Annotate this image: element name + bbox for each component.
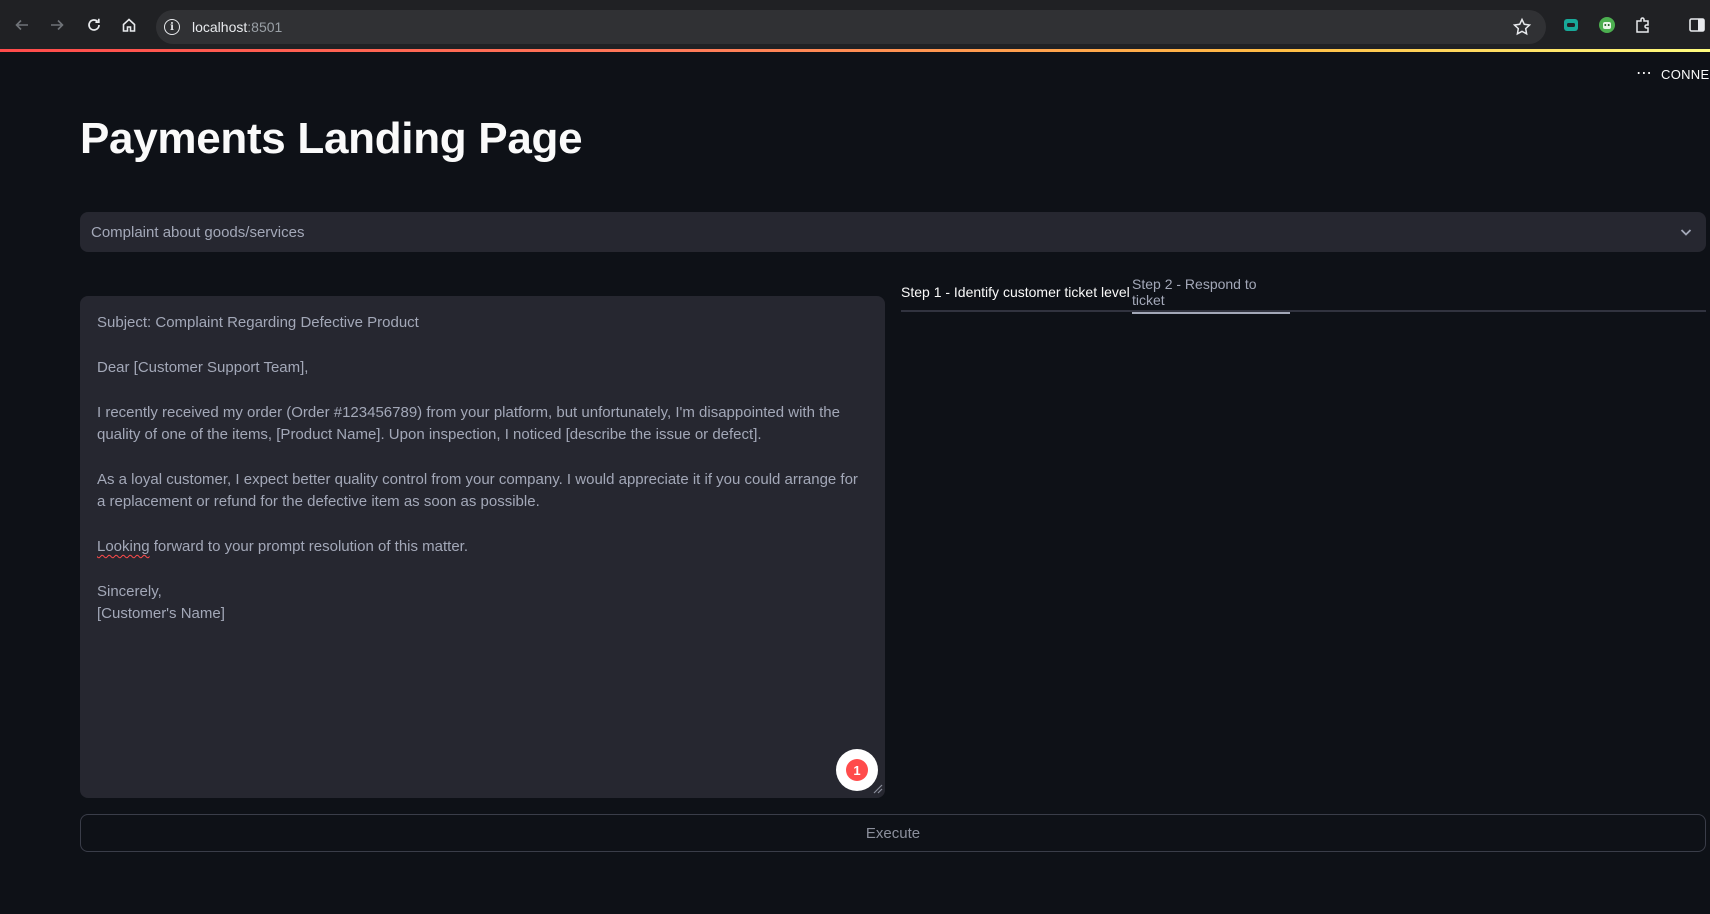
- back-button[interactable]: [11, 14, 33, 36]
- ticket-paragraph: Dear [Customer Support Team],: [97, 358, 309, 376]
- connection-status[interactable]: ⋯ CONNECTING: [1636, 66, 1710, 82]
- bookmark-star-icon[interactable]: [1512, 17, 1532, 37]
- execute-button[interactable]: Execute: [80, 814, 1706, 852]
- ticket-textarea[interactable]: Subject: Complaint Regarding Defective P…: [80, 296, 885, 798]
- extensions-puzzle-icon[interactable]: [1634, 16, 1652, 34]
- extension-chat-icon[interactable]: [1562, 16, 1580, 34]
- resize-handle-icon[interactable]: [871, 782, 883, 794]
- reload-button[interactable]: [83, 14, 105, 36]
- page-title: Payments Landing Page: [80, 114, 583, 163]
- ticket-closing: Looking forward to your prompt resolutio…: [97, 538, 469, 555]
- arrow-right-icon: [51, 19, 64, 31]
- home-icon: [122, 18, 136, 32]
- badge-count: 1: [846, 759, 868, 781]
- category-select-value: Complaint about goods/services: [91, 223, 305, 241]
- ticket-paragraph: Subject: Complaint Regarding Defective P…: [97, 314, 419, 331]
- home-button[interactable]: [118, 14, 140, 36]
- chevron-down-icon[interactable]: [1678, 224, 1694, 240]
- browser-toolbar: i localhost:8501: [0, 0, 1710, 50]
- side-panel-icon[interactable]: [1688, 16, 1706, 34]
- tab-step-2[interactable]: Step 2 - Respond to ticket: [1132, 272, 1290, 314]
- arrow-left-icon: [15, 19, 28, 31]
- category-select[interactable]: Complaint about goods/services: [80, 212, 1706, 252]
- status-text: CONNECTING: [1661, 66, 1710, 82]
- address-bar[interactable]: i localhost:8501: [156, 10, 1546, 44]
- step-tabs: Step 1 - Identify customer ticket level …: [901, 272, 1706, 314]
- reload-icon: [88, 18, 100, 31]
- ticket-paragraph: I recently received my order (Order #123…: [97, 403, 845, 443]
- extension-robot-icon[interactable]: [1598, 16, 1616, 34]
- spellcheck-word[interactable]: Looking: [97, 538, 150, 555]
- site-info-icon[interactable]: i: [164, 19, 180, 35]
- ticket-paragraph: As a loyal customer, I expect better qua…: [97, 470, 863, 511]
- tab-step-1[interactable]: Step 1 - Identify customer ticket level: [901, 272, 1130, 312]
- forward-button[interactable]: [46, 14, 68, 36]
- url-text: localhost:8501: [192, 19, 283, 35]
- more-options-icon[interactable]: ⋯: [1636, 66, 1653, 82]
- ticket-signoff: Sincerely, [Customer's Name]: [97, 582, 225, 623]
